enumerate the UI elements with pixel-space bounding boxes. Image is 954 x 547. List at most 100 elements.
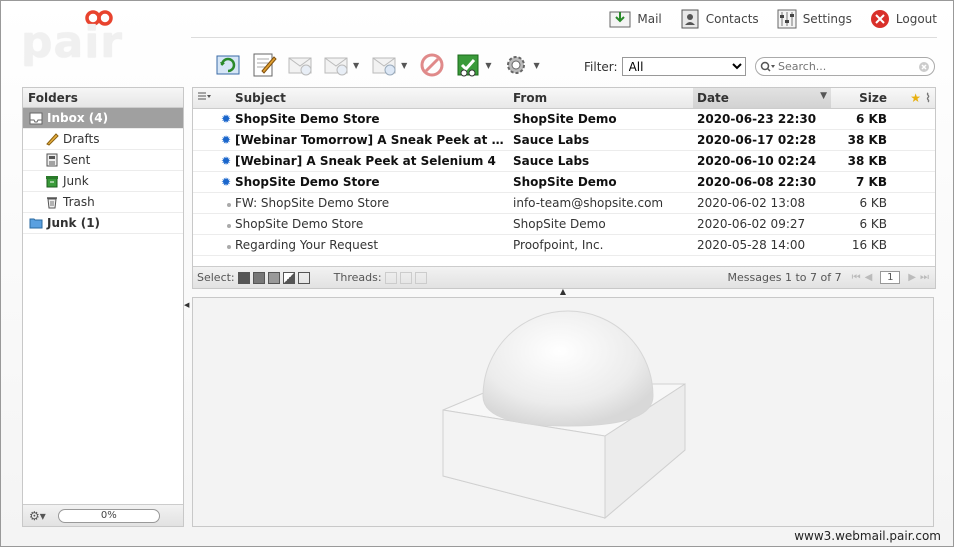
message-flag-cell[interactable] bbox=[891, 192, 935, 214]
folder-options-gear-icon[interactable]: ⚙▾ bbox=[29, 509, 46, 523]
message-status-cell[interactable]: ✹ bbox=[193, 108, 231, 130]
message-flag-cell[interactable] bbox=[891, 150, 935, 172]
first-page-icon[interactable]: ⏮ bbox=[852, 272, 861, 283]
message-status-cell[interactable] bbox=[193, 213, 231, 235]
table-row[interactable]: ✹ ShopSite Demo Store ShopSite Demo 2020-06… bbox=[193, 171, 935, 193]
message-subject: ShopSite Demo Store bbox=[231, 171, 509, 193]
more-actions-dropdown-icon[interactable]: ▼ bbox=[533, 61, 539, 70]
message-table: Subject From Date ▼ Size ★ ⌇ ✹ ShopSite D… bbox=[193, 88, 935, 256]
delete-button[interactable] bbox=[417, 50, 447, 80]
table-row[interactable]: ShopSite Demo Store ShopSite Demo 2020-06-… bbox=[193, 213, 935, 235]
vertical-splitter[interactable]: ◀ bbox=[184, 301, 190, 309]
column-from[interactable]: From bbox=[509, 88, 693, 109]
message-flag-cell[interactable] bbox=[891, 213, 935, 235]
message-status-cell[interactable]: ✹ bbox=[193, 150, 231, 172]
more-actions-button[interactable] bbox=[501, 50, 531, 80]
message-size: 7 KB bbox=[831, 171, 891, 193]
message-status-cell[interactable]: ✹ bbox=[193, 129, 231, 151]
watermark-image bbox=[442, 310, 686, 520]
column-date-label: Date bbox=[697, 90, 729, 105]
message-flag-cell[interactable] bbox=[891, 234, 935, 256]
prev-page-icon[interactable]: ◀ bbox=[865, 272, 873, 283]
unread-icon: ✹ bbox=[220, 153, 231, 168]
column-size[interactable]: Size bbox=[831, 88, 891, 109]
nav-logout-label: Logout bbox=[895, 12, 937, 26]
column-flags[interactable]: ★ ⌇ bbox=[891, 88, 935, 109]
select-page-button[interactable] bbox=[252, 271, 265, 284]
list-options-column[interactable] bbox=[193, 88, 231, 109]
mark-button[interactable] bbox=[453, 50, 483, 80]
compose-button[interactable] bbox=[249, 50, 279, 80]
folder-icon bbox=[29, 218, 43, 229]
reply-all-button[interactable] bbox=[321, 50, 351, 80]
attachment-icon: ⌇ bbox=[925, 90, 931, 105]
select-all-button[interactable] bbox=[237, 271, 250, 284]
logout-icon bbox=[870, 10, 889, 28]
page-number-input[interactable]: 1 bbox=[880, 271, 901, 284]
message-status-cell[interactable] bbox=[193, 234, 231, 256]
mark-dropdown-icon[interactable]: ▼ bbox=[485, 61, 491, 70]
reply-all-dropdown-icon[interactable]: ▼ bbox=[353, 61, 359, 70]
search-input[interactable] bbox=[778, 60, 908, 73]
message-flag-cell[interactable] bbox=[891, 171, 935, 193]
folder-drafts[interactable]: Drafts bbox=[23, 129, 183, 150]
nav-mail[interactable]: Mail bbox=[609, 9, 662, 29]
top-divider bbox=[191, 37, 937, 38]
message-subject: ShopSite Demo Store bbox=[231, 213, 509, 235]
check-mail-button[interactable] bbox=[213, 50, 243, 80]
folder-inbox[interactable]: Inbox (4) bbox=[23, 108, 183, 129]
nav-contacts[interactable]: Contacts bbox=[680, 9, 759, 29]
message-date: 2020-06-02 09:27 bbox=[693, 213, 831, 235]
threads-expand-icon[interactable] bbox=[399, 271, 412, 284]
threads-collapse-icon[interactable] bbox=[414, 271, 427, 284]
nav-logout[interactable]: Logout bbox=[870, 9, 937, 29]
table-row[interactable]: ✹ ShopSite Demo Store ShopSite Demo 2020-06… bbox=[193, 108, 935, 130]
list-options-icon[interactable] bbox=[197, 92, 211, 102]
folder-sent[interactable]: Sent bbox=[23, 150, 183, 171]
column-date[interactable]: Date ▼ bbox=[693, 88, 831, 109]
threads-list-icon[interactable] bbox=[384, 271, 397, 284]
search-icon[interactable] bbox=[760, 61, 776, 73]
top-navigation: Mail Contacts Settings Logout bbox=[609, 9, 937, 29]
clear-search-icon[interactable] bbox=[918, 61, 930, 73]
table-row[interactable]: FW: ShopSite Demo Store info-team@shopsit… bbox=[193, 192, 935, 214]
column-subject[interactable]: Subject bbox=[231, 88, 509, 109]
folder-trash-label: Trash bbox=[63, 195, 95, 209]
contacts-icon bbox=[681, 9, 699, 29]
filter-select[interactable]: All bbox=[621, 57, 746, 76]
forward-button[interactable] bbox=[369, 50, 399, 80]
table-row[interactable]: Regarding Your Request Proofpoint, Inc. 20… bbox=[193, 234, 935, 256]
table-row[interactable]: ✹[Webinar Tomorrow] A Sneak Peek at Sele… bbox=[193, 129, 935, 151]
message-subject: FW: ShopSite Demo Store bbox=[231, 192, 509, 214]
message-flag-cell[interactable] bbox=[891, 129, 935, 151]
select-unread-button[interactable] bbox=[267, 271, 280, 284]
message-flag-cell[interactable] bbox=[891, 108, 935, 130]
horizontal-splitter[interactable]: ▲ bbox=[559, 288, 567, 296]
select-none-button[interactable] bbox=[297, 271, 310, 284]
forward-dropdown-icon[interactable]: ▼ bbox=[401, 61, 407, 70]
host-name: www3.webmail.pair.com bbox=[794, 529, 941, 543]
message-date: 2020-06-08 22:30 bbox=[693, 171, 831, 193]
message-status-cell[interactable] bbox=[193, 192, 231, 214]
pair-logo[interactable]: pair bbox=[21, 7, 122, 68]
forward-icon bbox=[372, 57, 396, 76]
folder-trash[interactable]: Trash bbox=[23, 192, 183, 213]
message-count: Messages 1 to 7 of 7 bbox=[727, 271, 842, 284]
last-page-icon[interactable]: ⏭ bbox=[920, 272, 929, 283]
reply-button[interactable] bbox=[285, 50, 315, 80]
sort-desc-icon: ▼ bbox=[820, 90, 827, 101]
folder-junk-sub[interactable]: Junk bbox=[23, 171, 183, 192]
message-date: 2020-06-23 22:30 bbox=[693, 108, 831, 130]
message-from: ShopSite Demo bbox=[509, 171, 693, 193]
preview-pane bbox=[192, 297, 934, 527]
next-page-icon[interactable]: ▶ bbox=[908, 272, 916, 283]
message-subject: Regarding Your Request bbox=[231, 234, 509, 256]
folder-junk[interactable]: Junk (1) bbox=[23, 213, 183, 234]
table-row[interactable]: ✹ [Webinar] A Sneak Peek at Selenium 4 Sau… bbox=[193, 150, 935, 172]
nav-settings[interactable]: Settings bbox=[777, 9, 852, 29]
mail-toolbar: ▼ ▼ ▼ ▼ bbox=[213, 49, 544, 81]
message-from: info-team@shopsite.com bbox=[509, 192, 693, 214]
message-status-cell[interactable]: ✹ bbox=[193, 171, 231, 193]
select-invert-button[interactable] bbox=[282, 271, 295, 284]
nav-mail-label: Mail bbox=[637, 12, 662, 26]
